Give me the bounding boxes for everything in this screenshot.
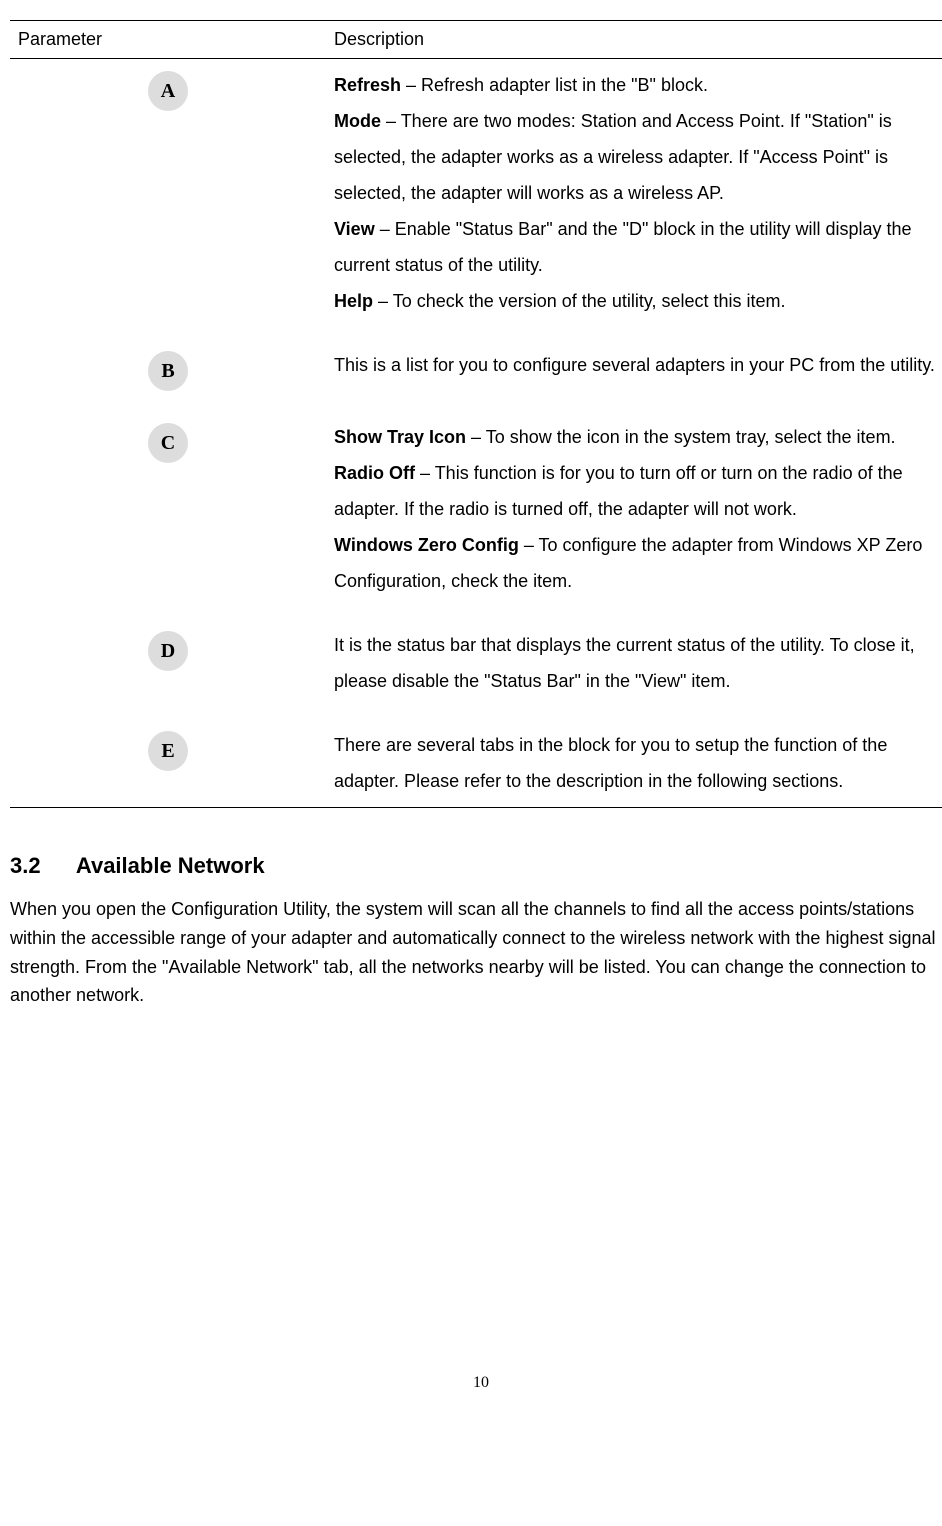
description-label: Windows Zero Config xyxy=(334,535,519,555)
description-cell: Refresh – Refresh adapter list in the "B… xyxy=(326,58,942,339)
description-text: – Refresh adapter list in the "B" block. xyxy=(401,75,708,95)
description-text: – To show the icon in the system tray, s… xyxy=(466,427,896,447)
parameter-cell: D xyxy=(10,619,326,719)
description-text: – Enable "Status Bar" and the "D" block … xyxy=(334,219,912,275)
table-row: C Show Tray Icon – To show the icon in th… xyxy=(10,411,942,619)
description-cell: It is the status bar that displays the c… xyxy=(326,619,942,719)
section-heading: 3.2 Available Network xyxy=(10,848,942,883)
description-cell: There are several tabs in the block for … xyxy=(326,719,942,808)
description-label: Refresh xyxy=(334,75,401,95)
description-text: It is the status bar that displays the c… xyxy=(334,635,915,691)
description-text: – There are two modes: Station and Acces… xyxy=(334,111,892,203)
section-number: 3.2 xyxy=(10,848,41,883)
table-row: A Refresh – Refresh adapter list in the "… xyxy=(10,58,942,339)
description-cell: Show Tray Icon – To show the icon in the… xyxy=(326,411,942,619)
parameter-table: Parameter Description A Refresh – Refresh… xyxy=(10,20,942,808)
parameter-cell: B xyxy=(10,339,326,411)
parameter-badge: C xyxy=(148,423,188,463)
parameter-badge: D xyxy=(148,631,188,671)
table-row: E There are several tabs in the block for… xyxy=(10,719,942,808)
parameter-cell: A xyxy=(10,58,326,339)
description-label: View xyxy=(334,219,375,239)
description-label: Show Tray Icon xyxy=(334,427,466,447)
description-text: – To check the version of the utility, s… xyxy=(373,291,786,311)
description-text: This is a list for you to configure seve… xyxy=(334,355,935,375)
section-title: Available Network xyxy=(76,853,265,878)
description-cell: This is a list for you to configure seve… xyxy=(326,339,942,411)
table-row: D It is the status bar that displays the … xyxy=(10,619,942,719)
parameter-badge: B xyxy=(148,351,188,391)
table-row: B This is a list for you to configure sev… xyxy=(10,339,942,411)
description-label: Radio Off xyxy=(334,463,415,483)
description-label: Help xyxy=(334,291,373,311)
parameter-badge: A xyxy=(148,71,188,111)
section-body: When you open the Configuration Utility,… xyxy=(10,895,942,1010)
description-text: There are several tabs in the block for … xyxy=(334,735,887,791)
header-parameter: Parameter xyxy=(10,21,326,59)
description-label: Mode xyxy=(334,111,381,131)
page-number: 10 xyxy=(10,1370,942,1396)
parameter-badge: E xyxy=(148,731,188,771)
parameter-cell: E xyxy=(10,719,326,808)
parameter-cell: C xyxy=(10,411,326,619)
description-text: – This function is for you to turn off o… xyxy=(334,463,903,519)
header-description: Description xyxy=(326,21,942,59)
